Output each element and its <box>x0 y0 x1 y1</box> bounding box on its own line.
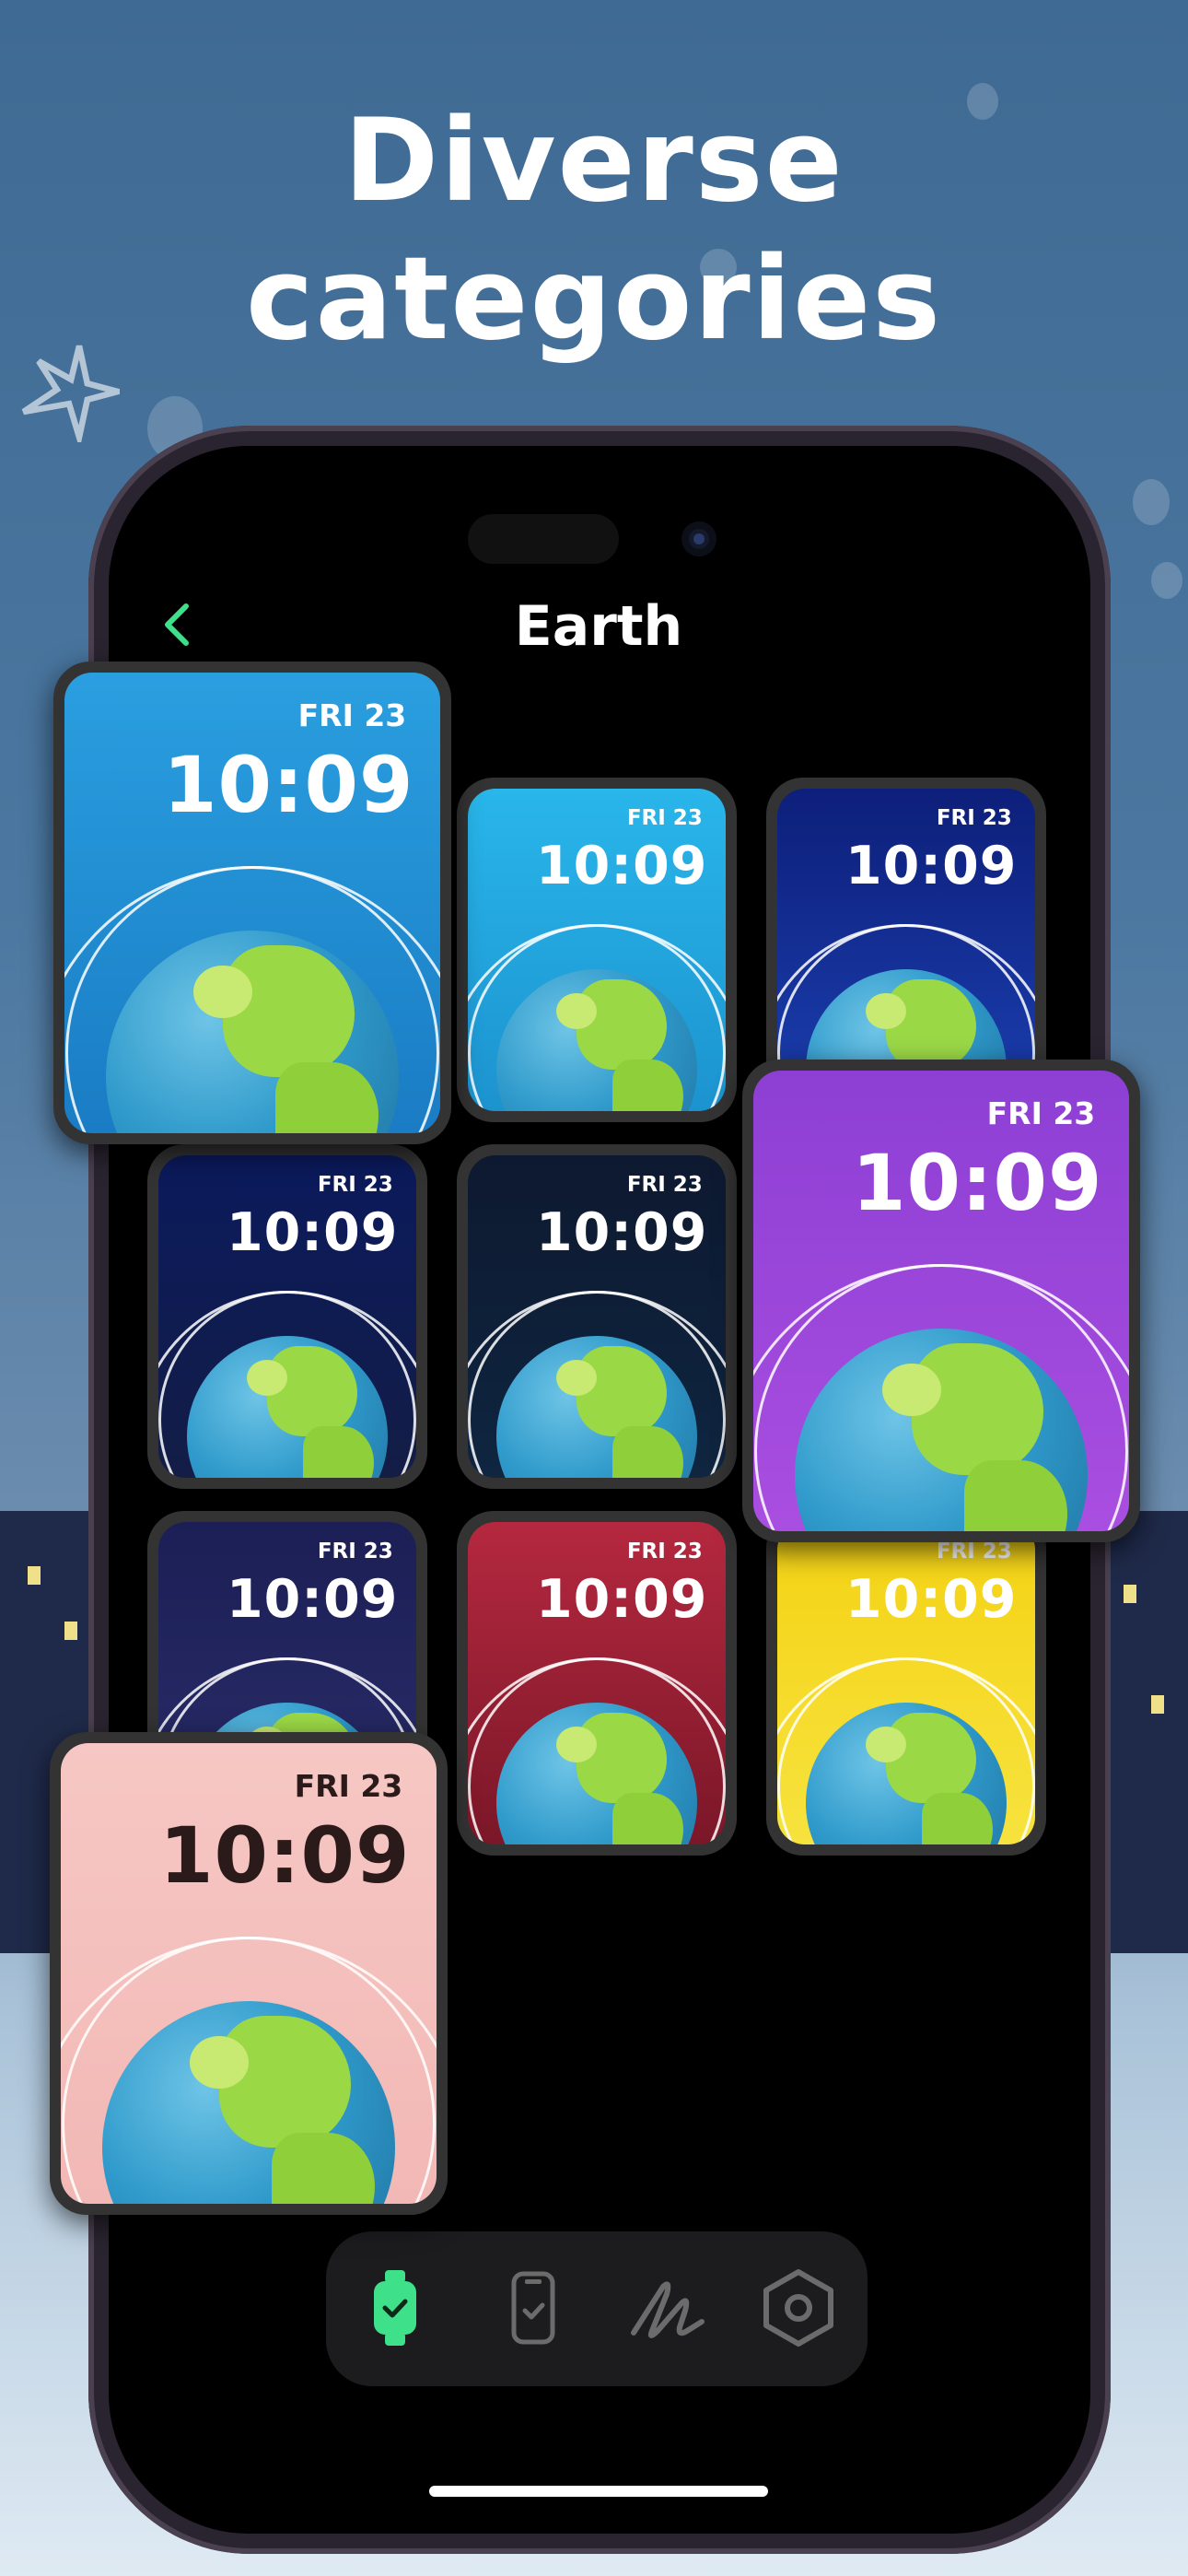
continent-shape <box>612 1060 683 1111</box>
watch-icon <box>374 2270 416 2346</box>
headline: Diverse categories <box>0 92 1188 369</box>
dynamic-island <box>468 514 619 564</box>
tab-bar <box>326 2231 868 2386</box>
city-window <box>64 1622 77 1640</box>
watchface-preview: FRI 23 10:09 <box>753 1071 1129 1531</box>
continent-shape <box>922 1793 993 1844</box>
watchface-card[interactable]: FRI 23 10:09 <box>457 778 737 1122</box>
home-indicator <box>429 2486 768 2497</box>
headline-line2: categories <box>245 233 943 366</box>
watchface-preview: FRI 23 10:09 <box>468 1155 726 1478</box>
tab-phone[interactable] <box>492 2266 575 2349</box>
watchface-card[interactable]: FRI 23 10:09 <box>766 1511 1046 1856</box>
continent-shape <box>612 1426 683 1478</box>
watchface-date: FRI 23 <box>626 1173 703 1197</box>
watchface-time: 10:09 <box>159 1810 411 1901</box>
continent-shape <box>275 1062 379 1133</box>
watchface-card[interactable]: FRI 23 10:09 <box>742 1060 1140 1542</box>
continent-shape <box>193 966 252 1019</box>
headline-line1: Diverse <box>344 95 844 228</box>
watchface-preview: FRI 23 10:09 <box>468 789 726 1111</box>
continent-shape <box>303 1426 374 1478</box>
watchface-preview: FRI 23 10:09 <box>64 673 440 1133</box>
watchface-preview: FRI 23 10:09 <box>468 1522 726 1844</box>
watchface-date: FRI 23 <box>626 1540 703 1563</box>
watchface-date: FRI 23 <box>936 806 1012 830</box>
watchface-time: 10:09 <box>226 1202 399 1263</box>
watchface-date: FRI 23 <box>317 1173 393 1197</box>
continent-shape <box>612 1793 683 1844</box>
watchface-card[interactable]: FRI 23 10:09 <box>53 662 451 1144</box>
tab-settings[interactable] <box>757 2266 840 2349</box>
scribble-icon <box>631 2281 705 2338</box>
watchface-date: FRI 23 <box>317 1540 393 1563</box>
watchface-preview: FRI 23 10:09 <box>61 1743 437 2204</box>
watchface-time: 10:09 <box>852 1138 1103 1228</box>
watchface-date: FRI 23 <box>986 1095 1096 1131</box>
watchface-time: 10:09 <box>844 1569 1018 1630</box>
continent-shape <box>882 1364 941 1417</box>
watchface-time: 10:09 <box>844 836 1018 896</box>
continent-shape <box>190 2036 249 2090</box>
continent-shape <box>272 2133 375 2204</box>
city-window <box>1151 1695 1164 1714</box>
tab-watch[interactable] <box>354 2266 437 2349</box>
watchface-date: FRI 23 <box>297 697 407 733</box>
camera-icon <box>681 521 716 556</box>
watchface-time: 10:09 <box>535 1569 708 1630</box>
watchface-card[interactable]: FRI 23 10:09 <box>457 1144 737 1489</box>
watchface-preview: FRI 23 10:09 <box>777 1522 1035 1844</box>
snow-bubble <box>1133 479 1170 525</box>
city-window <box>28 1566 41 1585</box>
back-button[interactable] <box>158 599 214 654</box>
watchface-card[interactable]: FRI 23 10:09 <box>147 1144 427 1489</box>
watchface-preview: FRI 23 10:09 <box>158 1155 416 1478</box>
snow-bubble <box>1151 562 1182 599</box>
city-window <box>1124 1585 1136 1603</box>
watchface-time: 10:09 <box>163 740 414 830</box>
watchface-time: 10:09 <box>535 836 708 896</box>
watchface-time: 10:09 <box>226 1569 399 1630</box>
watchface-time: 10:09 <box>535 1202 708 1263</box>
settings-hexagon-icon <box>763 2269 833 2347</box>
chevron-left-icon <box>165 603 189 646</box>
watchface-date: FRI 23 <box>626 806 703 830</box>
watchface-date: FRI 23 <box>936 1540 1012 1563</box>
continent-shape <box>964 1460 1067 1531</box>
watchface-card[interactable]: FRI 23 10:09 <box>50 1732 448 2215</box>
page-title: Earth <box>514 594 683 659</box>
watchface-card[interactable]: FRI 23 10:09 <box>457 1511 737 1856</box>
watchface-date: FRI 23 <box>294 1768 403 1804</box>
tab-draw[interactable] <box>626 2266 709 2349</box>
phone-icon <box>511 2271 555 2345</box>
